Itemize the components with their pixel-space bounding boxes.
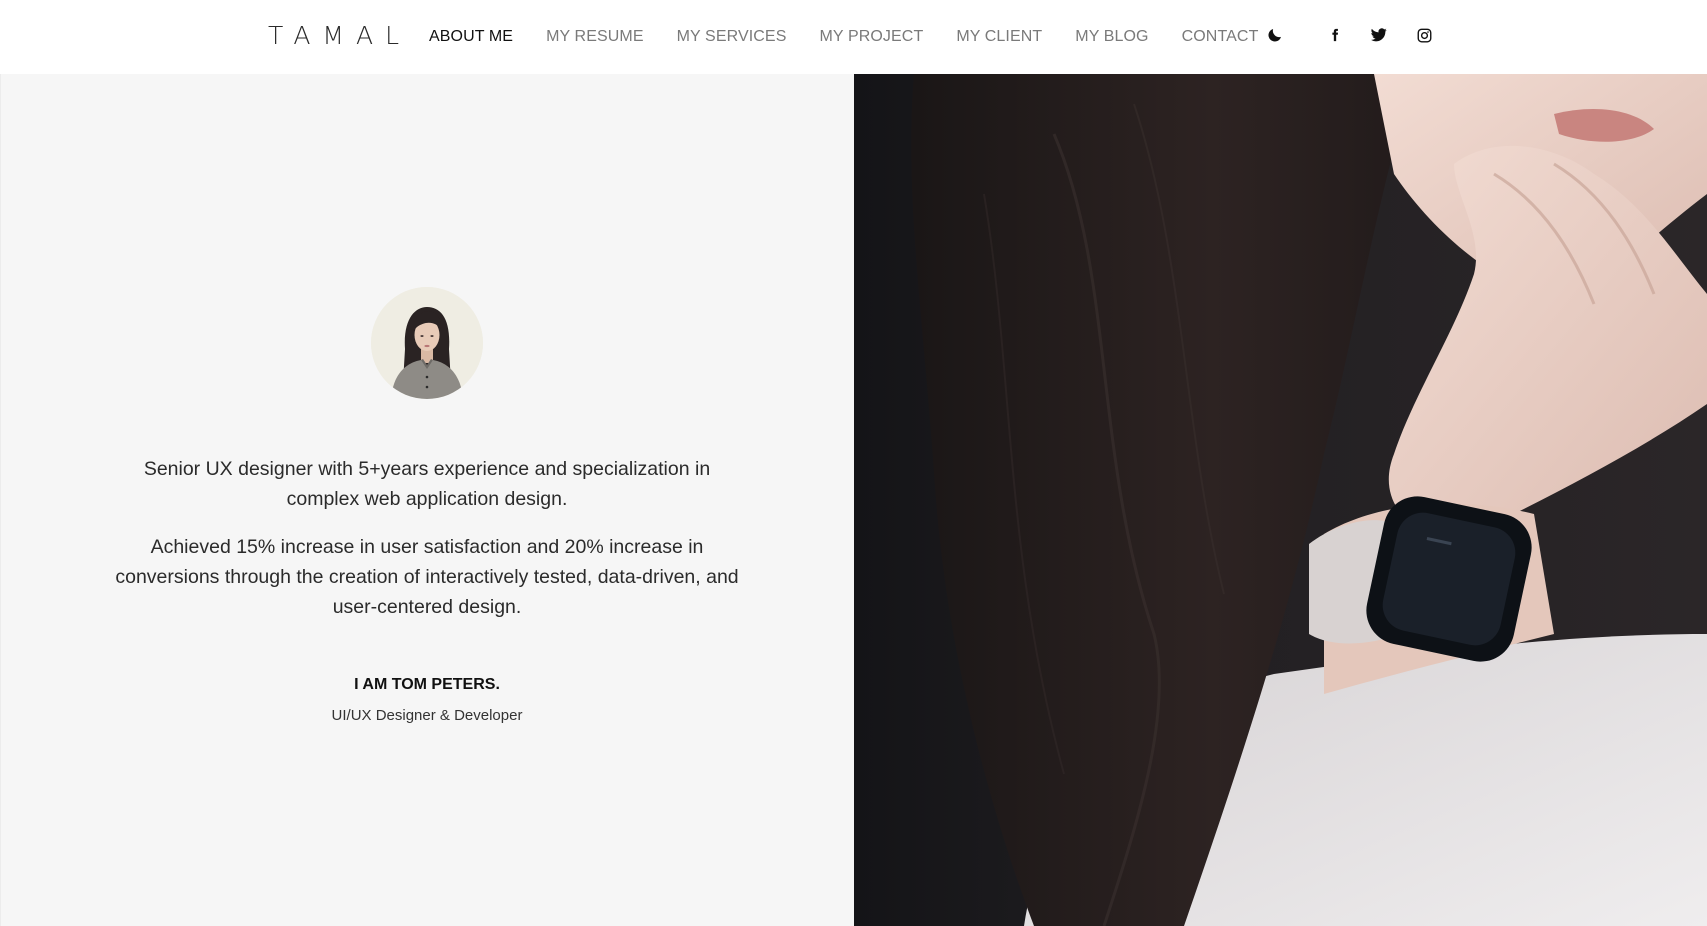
avatar	[371, 287, 483, 399]
profile-role: UI/UX Designer & Developer	[331, 707, 523, 724]
moon-icon[interactable]	[1264, 24, 1286, 46]
bio-paragraph-experience: Senior UX designer with 5+years experien…	[143, 458, 711, 510]
nav-my-project[interactable]: MY PROJECT	[819, 28, 923, 46]
main-nav: ABOUT ME MY RESUME MY SERVICES MY PROJEC…	[429, 0, 1258, 74]
site-logo[interactable]: TAMAL	[268, 21, 411, 50]
profile-name: I AM TOM PETERS.	[354, 676, 500, 693]
nav-my-blog[interactable]: MY BLOG	[1075, 28, 1148, 46]
nav-my-resume[interactable]: MY RESUME	[546, 28, 644, 46]
instagram-icon[interactable]	[1413, 24, 1435, 46]
nav-my-client[interactable]: MY CLIENT	[956, 28, 1042, 46]
portrait-photo-illustration	[854, 74, 1707, 926]
top-navigation-bar: TAMAL ABOUT ME MY RESUME MY SERVICES MY …	[0, 0, 1707, 74]
about-panel: Senior UX designer with 5+years experien…	[0, 74, 854, 926]
nav-contact[interactable]: CONTACT	[1182, 28, 1259, 46]
nav-my-services[interactable]: MY SERVICES	[677, 28, 787, 46]
twitter-icon[interactable]	[1368, 24, 1390, 46]
hero-photo	[854, 74, 1707, 926]
nav-about-me[interactable]: ABOUT ME	[429, 28, 513, 46]
bio-paragraph-achievements: Achieved 15% increase in user satisfacti…	[115, 536, 739, 618]
facebook-icon[interactable]	[1324, 24, 1346, 46]
